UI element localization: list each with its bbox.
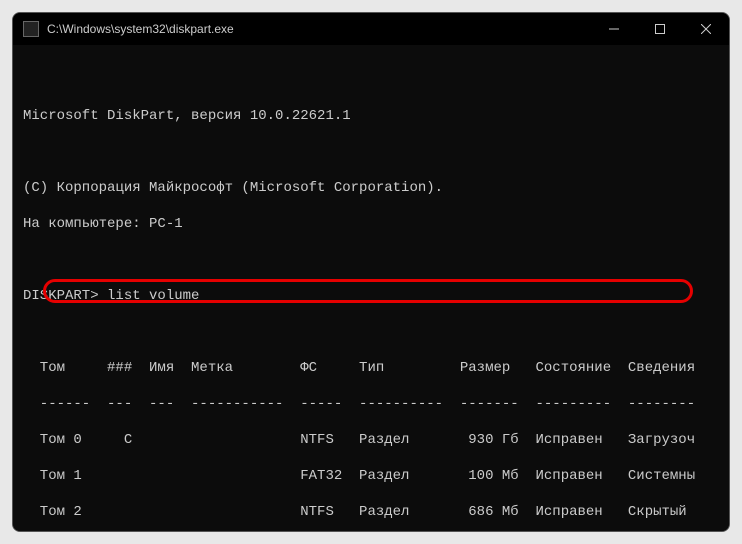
- maximize-button[interactable]: [637, 13, 683, 45]
- maximize-icon: [655, 24, 665, 34]
- diskpart-window: C:\Windows\system32\diskpart.exe Microso…: [12, 12, 730, 532]
- intro-line: (C) Корпорация Майкрософт (Microsoft Cor…: [23, 179, 719, 197]
- titlebar[interactable]: C:\Windows\system32\diskpart.exe: [13, 13, 729, 45]
- table-divider: ------ --- --- ----------- ----- -------…: [23, 395, 719, 413]
- table-row: Том 1 FAT32 Раздел 100 Мб Исправен Систе…: [23, 467, 719, 485]
- minimize-button[interactable]: [591, 13, 637, 45]
- terminal-output[interactable]: Microsoft DiskPart, версия 10.0.22621.1 …: [13, 45, 729, 531]
- window-title: C:\Windows\system32\diskpart.exe: [47, 22, 591, 36]
- blank-line: [23, 143, 719, 161]
- intro-line: На компьютере: PC-1: [23, 215, 719, 233]
- blank-line: [23, 323, 719, 341]
- table-row: Том 2 NTFS Раздел 686 Мб Исправен Скрыты…: [23, 503, 719, 521]
- close-icon: [701, 24, 711, 34]
- table-row: Том 0 C NTFS Раздел 930 Гб Исправен Загр…: [23, 431, 719, 449]
- table-header: Том ### Имя Метка ФС Тип Размер Состояни…: [23, 359, 719, 377]
- prompt-line: DISKPART> list volume: [23, 287, 719, 305]
- close-button[interactable]: [683, 13, 729, 45]
- app-icon: [23, 21, 39, 37]
- intro-line: Microsoft DiskPart, версия 10.0.22621.1: [23, 107, 719, 125]
- blank-line: [23, 251, 719, 269]
- blank-line: [23, 71, 719, 89]
- minimize-icon: [609, 24, 619, 34]
